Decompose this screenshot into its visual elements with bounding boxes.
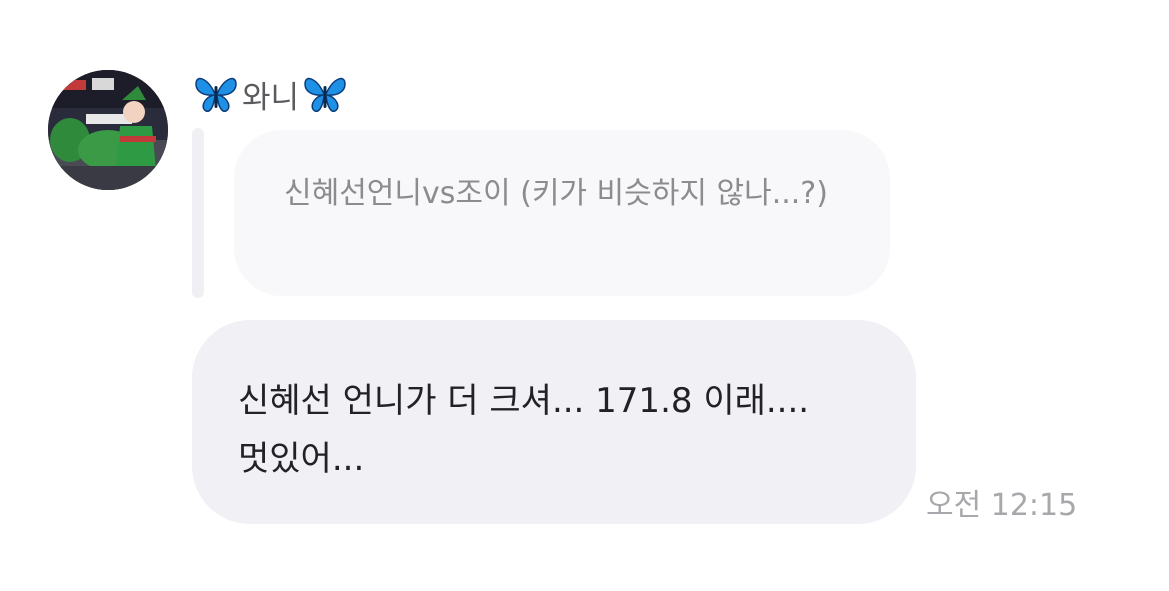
butterfly-icon	[303, 74, 347, 114]
message-bubble[interactable]: 신혜선 언니가 더 크셔... 171.8 이래.... 멋있어...	[192, 320, 916, 524]
sender-name[interactable]: 와니	[242, 72, 299, 117]
quoted-message-bubble[interactable]: 신혜선언니vs조이 (키가 비슷하지 않나...?)	[234, 130, 890, 296]
message-text: 신혜선 언니가 더 크셔... 171.8 이래.... 멋있어...	[238, 381, 810, 479]
sender-name-row: 와니	[194, 70, 347, 118]
avatar-image	[48, 70, 168, 190]
quoted-message-text: 신혜선언니vs조이 (키가 비슷하지 않나...?)	[284, 176, 828, 211]
butterfly-icon	[194, 74, 238, 114]
avatar[interactable]	[48, 70, 168, 190]
message-timestamp: 오전 12:15	[926, 488, 1078, 523]
quote-bar	[192, 128, 204, 298]
